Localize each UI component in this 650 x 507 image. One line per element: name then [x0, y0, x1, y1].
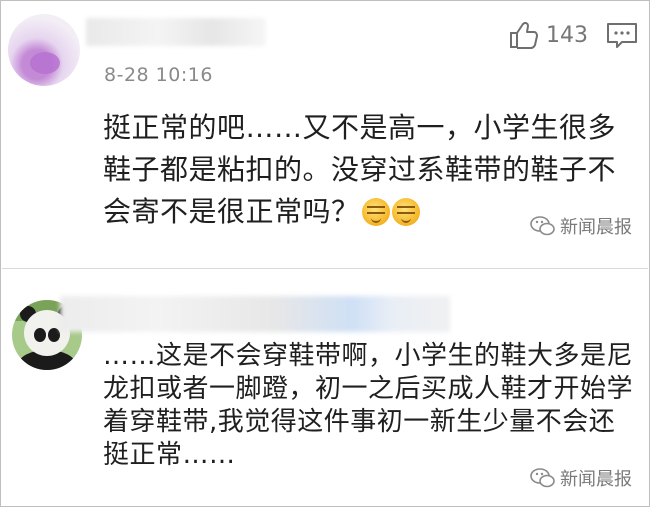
username-blurred: [60, 296, 450, 332]
username-blurred: [86, 18, 266, 46]
grimace-emoji: [391, 198, 420, 226]
grimace-emoji: [361, 198, 390, 226]
divider: [2, 268, 648, 269]
watermark: 新闻晨报: [530, 465, 632, 491]
comment-time: 8-28 10:16: [104, 64, 213, 86]
wechat-icon: [530, 216, 555, 236]
avatar[interactable]: [8, 14, 80, 86]
comment-icon[interactable]: [606, 22, 638, 50]
like-count: 143: [546, 22, 588, 48]
watermark: 新闻晨报: [530, 213, 632, 239]
watermark-text: 新闻晨报: [560, 217, 632, 238]
thumbs-up-icon: [510, 21, 538, 49]
watermark-text: 新闻晨报: [560, 469, 632, 490]
wechat-icon: [530, 468, 555, 488]
like-button[interactable]: 143: [506, 18, 588, 52]
comment-text: ……这是不会穿鞋带啊，小学生的鞋大多是尼龙扣或者一脚蹬，初一之后买成人鞋才开始学…: [103, 341, 634, 470]
